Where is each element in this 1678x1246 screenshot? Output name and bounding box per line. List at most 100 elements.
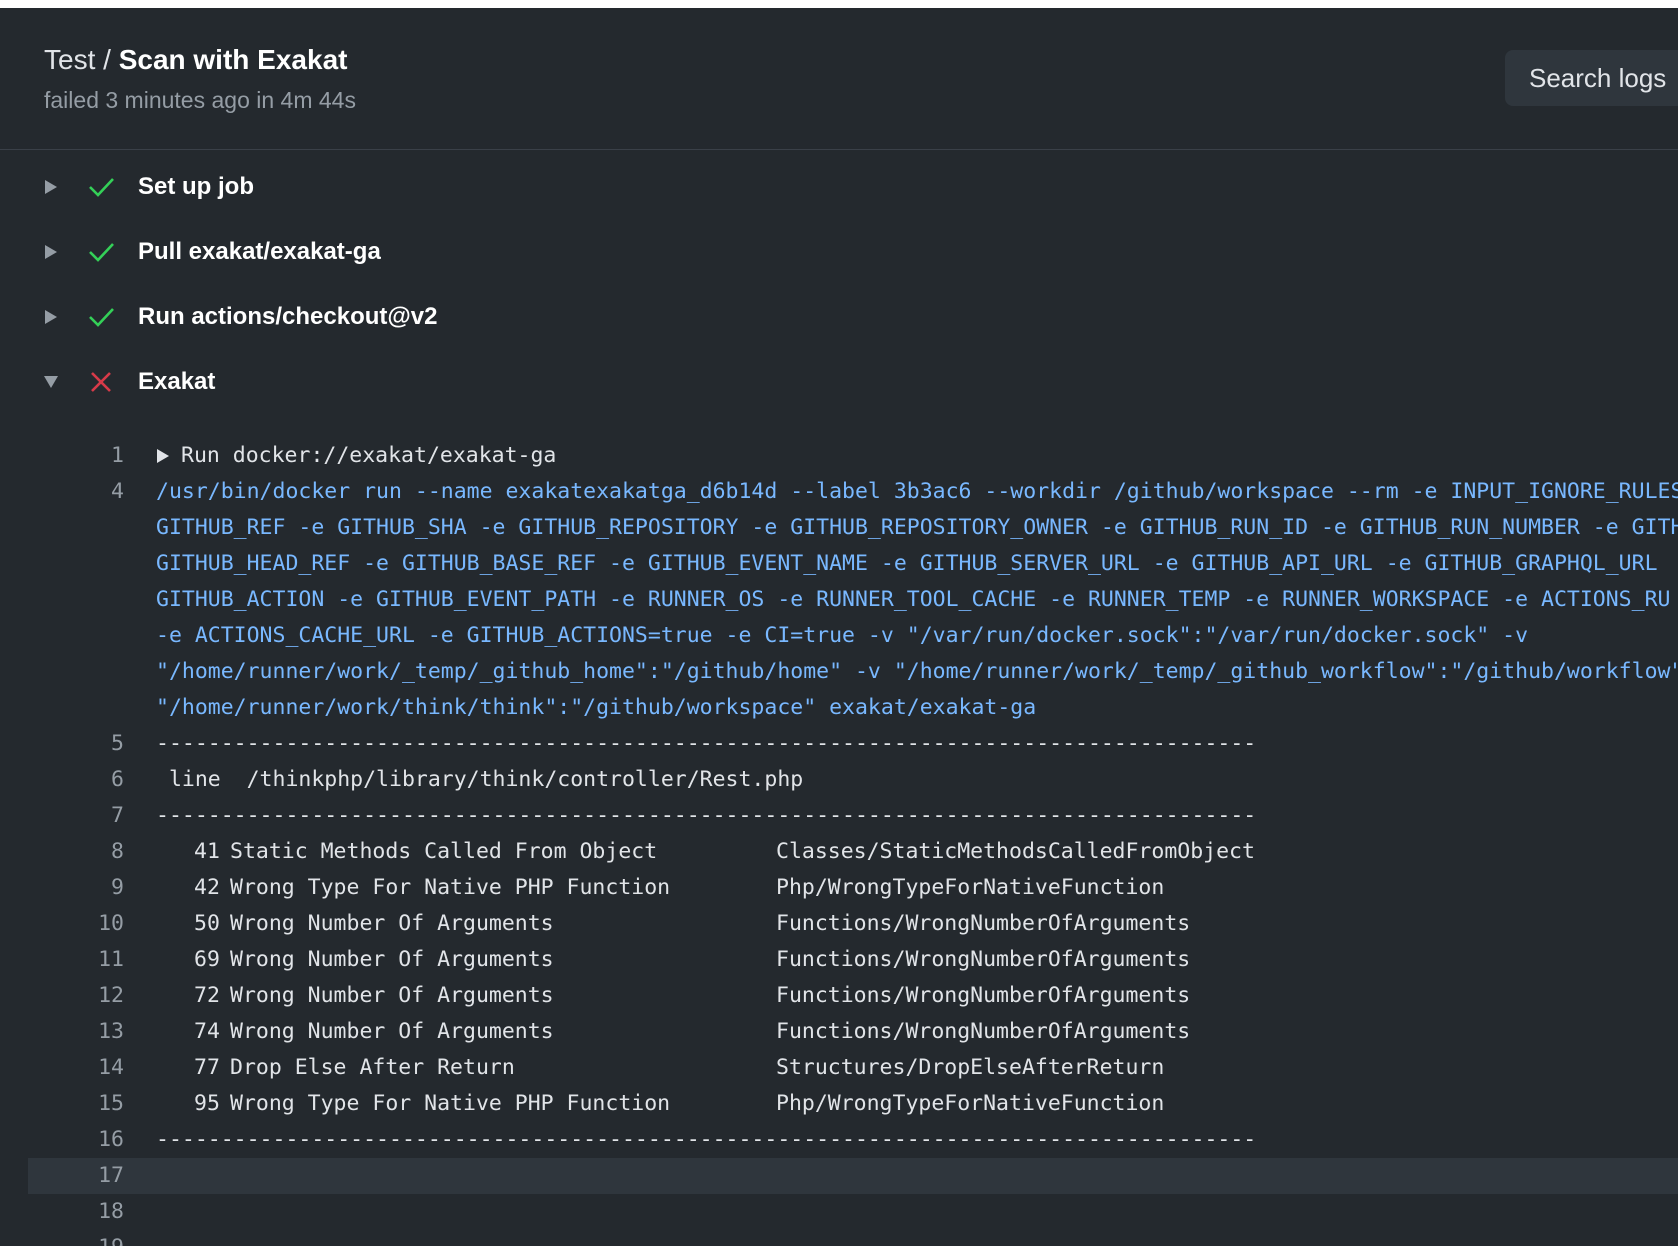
result-source-line: 95: [194, 1091, 220, 1116]
line-number[interactable]: 19: [28, 1235, 124, 1246]
line-number[interactable]: 9: [28, 875, 124, 900]
command-text: GITHUB_REF -e GITHUB_SHA -e GITHUB_REPOS…: [156, 515, 1678, 540]
result-rule: Functions/WrongNumberOfArguments: [776, 983, 1191, 1008]
result-issue: Wrong Type For Native PHP Function: [230, 875, 671, 900]
result-rule: Php/WrongTypeForNativeFunction: [776, 1091, 1165, 1116]
result-issue: Static Methods Called From Object: [230, 839, 658, 864]
title-separator: /: [103, 44, 111, 75]
workflow-name[interactable]: Test: [44, 44, 95, 75]
job-name: Scan with Exakat: [118, 44, 348, 75]
result-issue: Wrong Number Of Arguments: [230, 911, 554, 936]
result-row[interactable]: 12 72 Wrong Number Of Arguments Functions/W…: [28, 978, 1678, 1014]
separator-text: ----------------------------------------…: [156, 1127, 1257, 1152]
result-source-line: 41: [194, 839, 220, 864]
line-number[interactable]: 12: [28, 983, 124, 1008]
log-line-wrap: "/home/runner/work/_temp/_github_home":"…: [28, 654, 1678, 690]
line-number[interactable]: 18: [28, 1199, 124, 1224]
line-number[interactable]: 17: [28, 1163, 124, 1188]
command-text: -e ACTIONS_CACHE_URL -e GITHUB_ACTIONS=t…: [156, 623, 1529, 648]
check-icon: [89, 308, 114, 327]
line-number[interactable]: 8: [28, 839, 124, 864]
log-line-wrap: GITHUB_HEAD_REF -e GITHUB_BASE_REF -e GI…: [28, 546, 1678, 582]
result-source-line: 69: [194, 947, 220, 972]
result-row[interactable]: 15 95 Wrong Type For Native PHP Function Ph…: [28, 1086, 1678, 1122]
command-text: "/home/runner/work/_temp/_github_home":"…: [156, 659, 1678, 684]
log-text: Run docker://exakat/exakat-ga: [181, 443, 557, 468]
result-row[interactable]: 10 50 Wrong Number Of Arguments Functions/W…: [28, 906, 1678, 942]
chevron-right-icon[interactable]: [42, 242, 60, 262]
command-text: "/home/runner/work/think/think":"/github…: [156, 695, 1037, 720]
step-label: Set up job: [138, 173, 254, 200]
command-text: GITHUB_ACTION -e GITHUB_EVENT_PATH -e RU…: [156, 587, 1671, 612]
chevron-down-icon[interactable]: [42, 372, 60, 392]
chevron-right-icon[interactable]: [42, 307, 60, 327]
separator-text: ----------------------------------------…: [156, 803, 1257, 828]
step-label: Run actions/checkout@v2: [138, 303, 438, 330]
log-line-wrap: GITHUB_REF -e GITHUB_SHA -e GITHUB_REPOS…: [28, 510, 1678, 546]
result-rule: Functions/WrongNumberOfArguments: [776, 947, 1191, 972]
result-source-line: 74: [194, 1019, 220, 1044]
separator-text: ----------------------------------------…: [156, 731, 1257, 756]
search-logs-input[interactable]: Search logs: [1505, 50, 1678, 106]
result-issue: Wrong Number Of Arguments: [230, 1019, 554, 1044]
result-row[interactable]: 13 74 Wrong Number Of Arguments Functions/W…: [28, 1014, 1678, 1050]
file-header-text: line /thinkphp/library/think/controller/…: [156, 767, 804, 792]
result-source-line: 50: [194, 911, 220, 936]
line-number[interactable]: 7: [28, 803, 124, 828]
result-source-line: 72: [194, 983, 220, 1008]
log-line-wrap: "/home/runner/work/think/think":"/github…: [28, 690, 1678, 726]
command-text: /usr/bin/docker run --name exakatexakatg…: [156, 479, 1678, 504]
result-source-line: 77: [194, 1055, 220, 1080]
log-line[interactable]: 7 --------------------------------------…: [28, 798, 1678, 834]
job-log-panel: Test / Scan with Exakat failed 3 minutes…: [0, 8, 1678, 1246]
line-number[interactable]: 13: [28, 1019, 124, 1044]
job-status-line: failed 3 minutes ago in 4m 44s: [44, 87, 356, 113]
result-source-line: 42: [194, 875, 220, 900]
step-label: Pull exakat/exakat-ga: [138, 238, 381, 265]
step-set-up-job[interactable]: Set up job: [0, 164, 1678, 212]
result-row[interactable]: 9 42 Wrong Type For Native PHP Function Php…: [28, 870, 1678, 906]
log-line[interactable]: 6 line /thinkphp/library/think/controlle…: [28, 762, 1678, 798]
expand-group-icon[interactable]: [156, 448, 170, 464]
log-line-wrap: GITHUB_ACTION -e GITHUB_EVENT_PATH -e RU…: [28, 582, 1678, 618]
log-line[interactable]: 18: [28, 1194, 1678, 1230]
result-issue: Wrong Number Of Arguments: [230, 947, 554, 972]
step-label: Exakat: [138, 368, 216, 395]
result-rule: Classes/StaticMethodsCalledFromObject: [776, 839, 1255, 864]
step-exakat[interactable]: Exakat: [0, 359, 1678, 407]
log-line[interactable]: 4 /usr/bin/docker run --name exakatexaka…: [28, 474, 1678, 510]
log-line-highlighted[interactable]: 17: [28, 1158, 1678, 1194]
result-rule: Php/WrongTypeForNativeFunction: [776, 875, 1165, 900]
log-line[interactable]: 19: [28, 1230, 1678, 1246]
check-icon: [89, 243, 114, 262]
log-line-wrap: -e ACTIONS_CACHE_URL -e GITHUB_ACTIONS=t…: [28, 618, 1678, 654]
line-number[interactable]: 5: [28, 731, 124, 756]
step-pull-exakat[interactable]: Pull exakat/exakat-ga: [0, 229, 1678, 277]
chevron-right-icon[interactable]: [42, 177, 60, 197]
line-number[interactable]: 15: [28, 1091, 124, 1116]
command-text: GITHUB_HEAD_REF -e GITHUB_BASE_REF -e GI…: [156, 551, 1658, 576]
step-run-checkout[interactable]: Run actions/checkout@v2: [0, 294, 1678, 342]
result-issue: Wrong Number Of Arguments: [230, 983, 554, 1008]
line-number[interactable]: 16: [28, 1127, 124, 1152]
line-number[interactable]: 10: [28, 911, 124, 936]
log-line[interactable]: 1 Run docker://exakat/exakat-ga: [28, 438, 1678, 474]
line-number[interactable]: 6: [28, 767, 124, 792]
job-header: Test / Scan with Exakat failed 3 minutes…: [0, 8, 1678, 150]
result-issue: Wrong Type For Native PHP Function: [230, 1091, 671, 1116]
line-number[interactable]: 4: [28, 479, 124, 504]
line-number[interactable]: 11: [28, 947, 124, 972]
log-line[interactable]: 16 -------------------------------------…: [28, 1122, 1678, 1158]
check-icon: [89, 178, 114, 197]
result-row[interactable]: 11 69 Wrong Number Of Arguments Functions/W…: [28, 942, 1678, 978]
result-row[interactable]: 8 41 Static Methods Called From Object Clas…: [28, 834, 1678, 870]
result-row[interactable]: 14 77 Drop Else After Return Structures/Dro…: [28, 1050, 1678, 1086]
line-number[interactable]: 14: [28, 1055, 124, 1080]
line-number[interactable]: 1: [28, 443, 124, 468]
result-rule: Functions/WrongNumberOfArguments: [776, 911, 1191, 936]
result-rule: Structures/DropElseAfterReturn: [776, 1055, 1165, 1080]
job-title: Test / Scan with Exakat: [44, 44, 347, 76]
result-rule: Functions/WrongNumberOfArguments: [776, 1019, 1191, 1044]
log-line[interactable]: 5 --------------------------------------…: [28, 726, 1678, 762]
x-icon: [91, 372, 111, 392]
